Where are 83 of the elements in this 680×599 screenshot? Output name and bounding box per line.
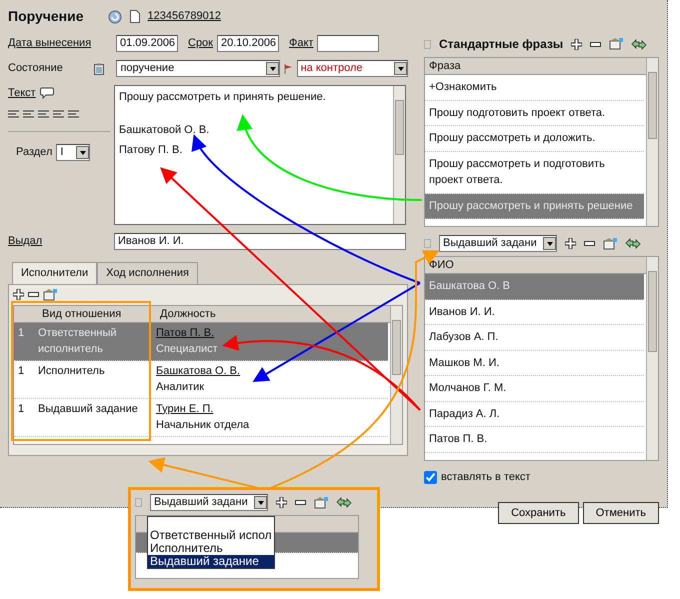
person-link[interactable]: Патов П. В. [156,324,214,341]
list-item[interactable]: Прошу рассмотреть и доложить. [425,126,644,152]
clipboard-icon[interactable] [94,62,104,74]
dropdown-option[interactable]: Ответственный испол [148,529,274,542]
plus-icon[interactable] [276,497,287,508]
table-row[interactable]: 1 Ответственный исполнитель Патов П. В. Специалист [14,322,388,360]
state-dropdown[interactable]: поручение [116,60,280,77]
person-link[interactable]: Турин Е. П. [156,400,214,417]
issuer-field[interactable]: Иванов И. И. [114,233,406,250]
scrollbar[interactable] [393,86,405,224]
scrollbar[interactable] [390,306,402,444]
section-dropdown[interactable]: I [56,144,90,160]
plus-icon[interactable] [13,289,24,300]
text-label-link[interactable]: Текст [8,85,36,102]
list-item[interactable]: +Ознакомить [425,75,644,100]
list-item[interactable]: Прошу рассмотреть и принять решение [425,194,644,219]
date-field[interactable] [317,35,380,52]
properties-icon[interactable] [603,238,617,250]
plus-icon[interactable] [565,238,576,249]
checkbox-label: вставлять в текст [441,470,530,485]
date-link[interactable]: Факт [289,35,314,52]
text-area[interactable]: Прошу рассмотреть и принять решение. Башкатовой О. В. Патову П. В. [114,85,406,225]
text-line: Прошу рассмотреть и принять решение. [119,90,327,105]
table-row[interactable]: 1 Исполнитель Башкатова О. В. Аналитик [14,360,388,398]
action-button[interactable]: Сохранить [498,502,579,524]
issuer-label-link[interactable]: Выдал [8,233,110,250]
column-header: Должность [160,306,216,322]
document-number-link[interactable]: 123456789012 [148,8,221,25]
relation-cell-text: Выдавший задание [38,402,139,416]
tab[interactable]: Ход исполнения [97,262,198,284]
scrollbar[interactable] [646,58,658,226]
position-cell-text: Аналитик [156,380,204,395]
position-cell-text: Специалист [156,342,218,357]
relation-cell-text: Исполнитель [38,364,106,378]
properties-icon[interactable] [609,38,624,50]
row-count: 1 [18,326,26,340]
swap-arrows-icon[interactable] [336,497,352,508]
properties-icon[interactable] [43,288,57,300]
text-line: Башкатовой О. В. [119,122,210,138]
date-label-link[interactable]: Дата вынесения [8,35,112,52]
list-item[interactable]: Молчанов Г. М. [425,376,644,402]
swap-arrows-icon[interactable] [625,238,641,249]
filter-dropdown[interactable]: Выдавший задани [439,235,557,252]
checkbox[interactable] [424,470,437,484]
tab[interactable]: Исполнители [12,262,98,284]
row-count: 1 [18,402,26,416]
filter-dropdown[interactable]: Выдавший задани [150,494,268,511]
flag-icon[interactable] [284,64,293,74]
speech-bubble-icon[interactable] [40,87,54,100]
properties-icon[interactable] [314,496,328,508]
person-link[interactable]: Башкатова О. В. [156,362,240,379]
section-label: Раздел [16,144,52,160]
panel-title: Стандартные фразы [439,36,564,53]
table-row[interactable]: 1 Выдавший задание Турин Е. П. Начальник отдела [14,398,388,436]
swap-arrows-icon[interactable] [631,38,648,50]
date-field[interactable]: 01.09.2006 [116,35,178,52]
state-label: Состояние [8,61,64,76]
drag-handle-icon[interactable] [424,40,431,48]
window-title: Поручение [8,7,84,26]
align-left-icon[interactable] [8,110,19,118]
text-line: Патову П. В. [119,143,184,158]
list-item[interactable]: Машков М. И. [425,350,644,376]
column-header: Вид отношения [42,306,122,322]
refresh-icon[interactable] [108,10,122,24]
action-button[interactable]: Отменить [582,502,659,524]
drag-handle-icon[interactable] [424,239,431,248]
list-item[interactable]: Прошу подготовить проект ответа. [425,100,644,126]
list-item[interactable]: Патов П. В. [425,427,644,452]
plus-icon[interactable] [571,38,582,50]
row-count: 1 [18,364,26,378]
list-item[interactable]: Башкатова О. В [425,274,644,300]
position-cell-text: Начальник отдела [156,418,250,433]
control-dropdown[interactable]: на контроле [296,60,408,77]
relation-cell-text: Ответственный исполнитель [38,326,118,357]
date-link[interactable]: Срок [188,35,213,52]
dropdown-option[interactable]: Выдавший задание [148,555,274,568]
scrollbar[interactable] [646,257,658,460]
list-item[interactable]: Парадиз А. Л. [425,402,644,427]
list-item[interactable]: Иванов И. И. [425,300,644,325]
date-field[interactable]: 20.10.2006 [217,35,279,52]
drag-handle-icon[interactable] [135,498,142,507]
list-item[interactable]: Лабузов А. П. [425,325,644,350]
document-icon [130,10,140,23]
